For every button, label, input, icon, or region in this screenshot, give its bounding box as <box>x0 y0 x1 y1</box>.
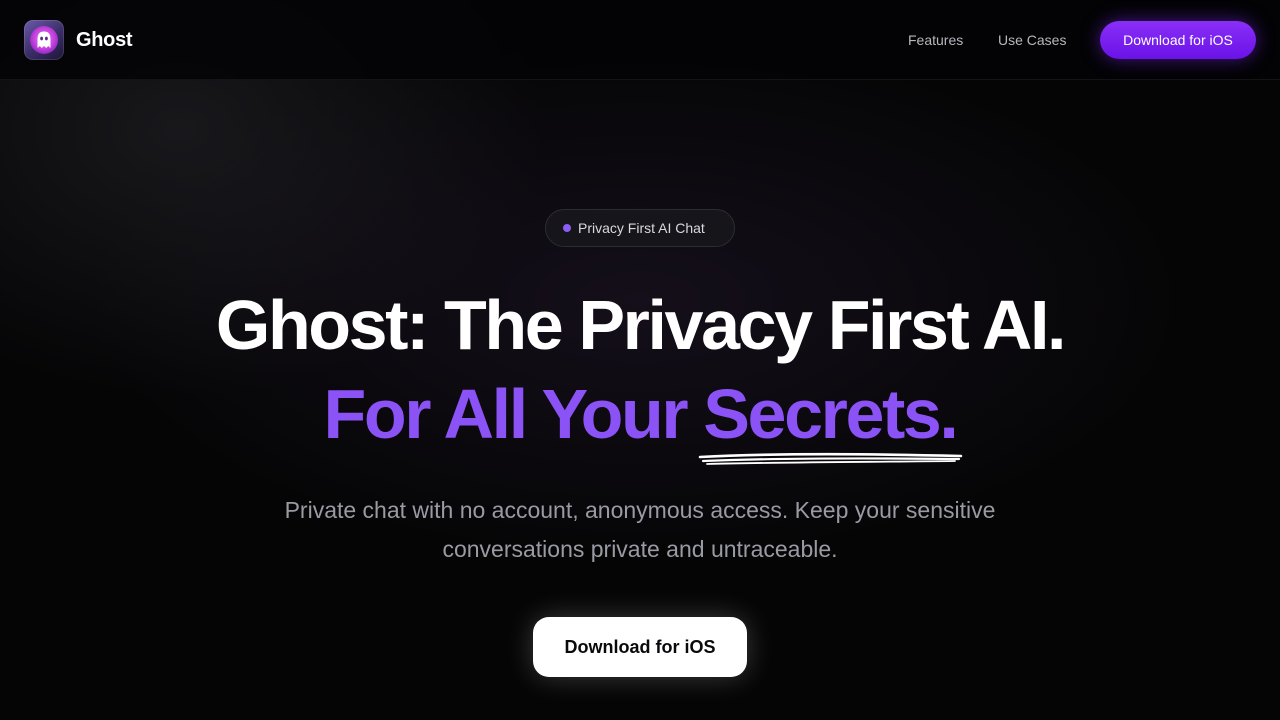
privacy-badge: Privacy First AI Chat <box>545 209 735 247</box>
hero-headline-accent: For All Your Secrets. <box>0 374 1280 454</box>
badge-dot-icon <box>563 224 571 232</box>
nav-link-features[interactable]: Features <box>908 31 963 49</box>
ghost-icon <box>30 26 58 54</box>
hero-headline: Ghost: The Privacy First AI. <box>215 286 1067 364</box>
headline-highlight-word: Secrets. <box>703 375 959 453</box>
header-download-ios-button[interactable]: Download for iOS <box>1100 21 1256 59</box>
nav-link-use-cases[interactable]: Use Cases <box>998 31 1066 49</box>
headline-accent-prefix: For All Your <box>323 375 704 453</box>
app-logo[interactable] <box>24 20 64 60</box>
scribble-underline-icon <box>698 452 963 465</box>
brand-name[interactable]: Ghost <box>76 28 133 52</box>
badge-label: Privacy First AI Chat <box>578 220 705 236</box>
top-navigation-bar: Ghost Features Use Cases Download for iO… <box>0 0 1280 80</box>
hero-subtitle: Private chat with no account, anonymous … <box>284 497 996 562</box>
hero-download-ios-button[interactable]: Download for iOS <box>533 617 747 677</box>
